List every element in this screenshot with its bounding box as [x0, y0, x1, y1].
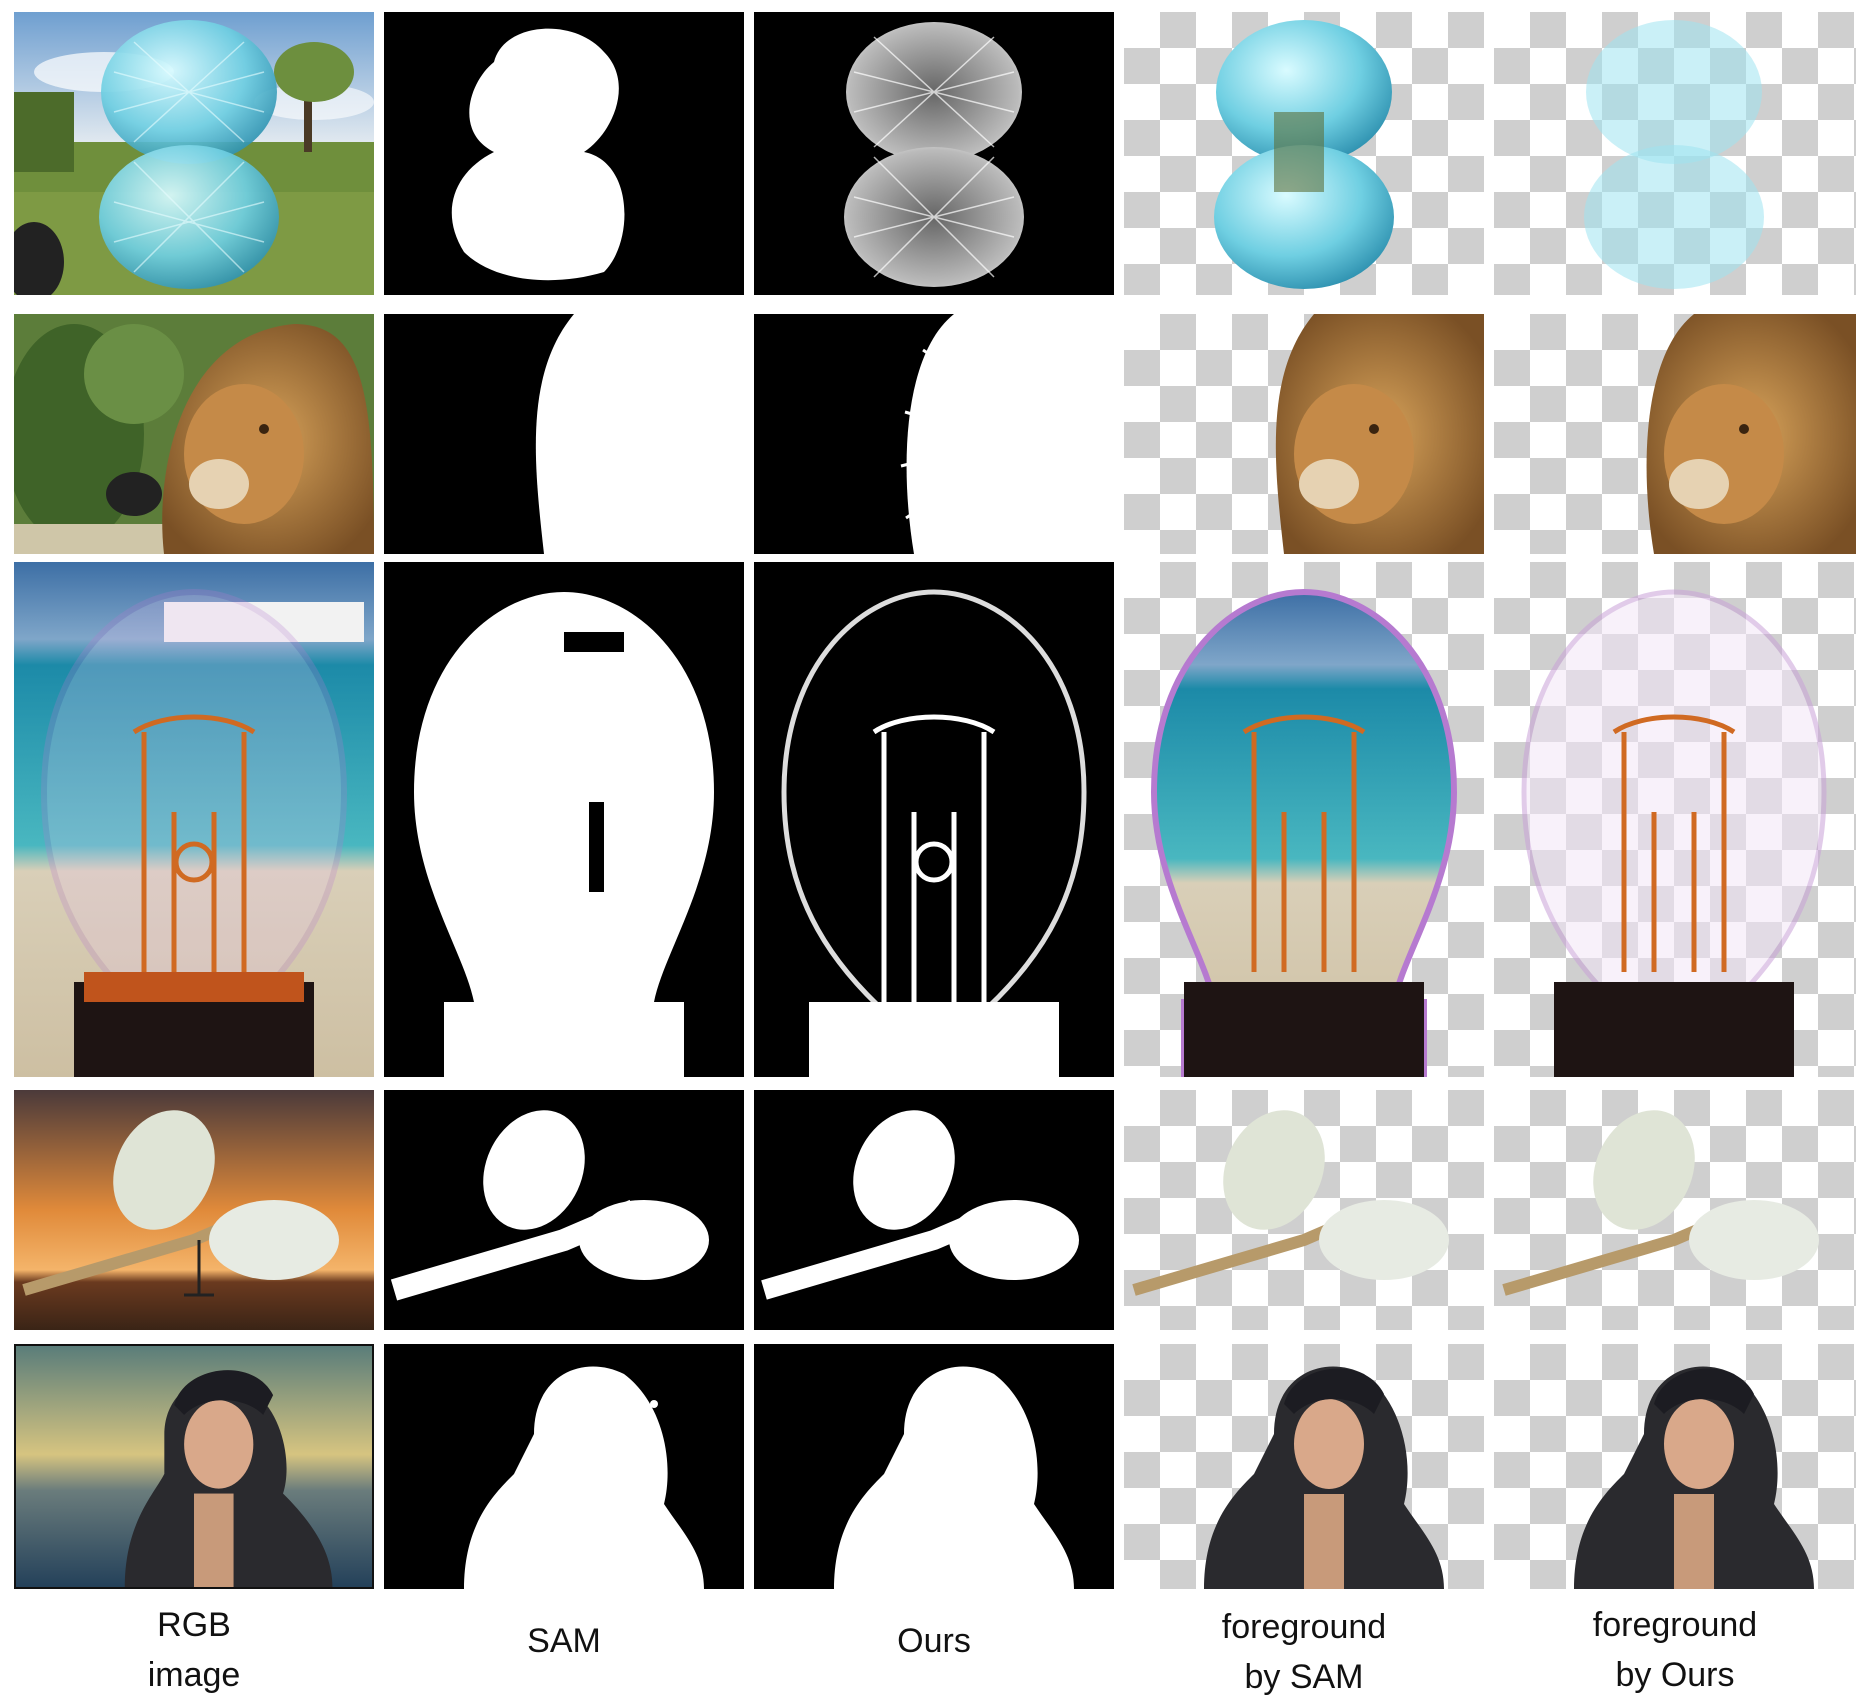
row5-ours-alpha: [754, 1344, 1114, 1589]
row3-sam-mask: [384, 562, 744, 1077]
row2-sam-mask: [384, 314, 744, 554]
row3-foreground-ours: [1494, 562, 1856, 1077]
caption-line: foreground: [1592, 1606, 1758, 1644]
row4-foreground-ours: [1494, 1090, 1856, 1330]
row5-sam-mask: [384, 1344, 744, 1589]
row3-foreground-sam: [1124, 562, 1484, 1077]
row1-rgb-image: [14, 12, 374, 295]
caption-line: image: [147, 1656, 241, 1694]
row4-sam-mask: [384, 1090, 744, 1330]
row1-ours-alpha: [754, 12, 1114, 295]
row1-foreground-ours: [1494, 12, 1856, 295]
row5-foreground-sam: [1124, 1344, 1484, 1589]
row5-foreground-ours: [1494, 1344, 1856, 1589]
caption-rgb-image: RGB image: [14, 1600, 374, 1700]
row5-rgb-image: [14, 1344, 374, 1589]
caption-line: foreground: [1221, 1608, 1387, 1646]
row2-rgb-image: [14, 314, 374, 554]
row2-ours-alpha: [754, 314, 1114, 554]
caption-line: by SAM: [1244, 1658, 1364, 1696]
row3-ours-alpha: [754, 562, 1114, 1077]
row2-foreground-ours: [1494, 314, 1856, 554]
row3-rgb-image: [14, 562, 374, 1077]
caption-line: Ours: [897, 1622, 971, 1660]
row1-foreground-sam: [1124, 12, 1484, 295]
caption-ours: Ours: [754, 1616, 1114, 1666]
row1-sam-mask: [384, 12, 744, 295]
caption-line: SAM: [527, 1622, 601, 1660]
caption-foreground-by-sam: foreground by SAM: [1124, 1602, 1484, 1702]
caption-foreground-by-ours: foreground by Ours: [1494, 1600, 1856, 1700]
row2-foreground-sam: [1124, 314, 1484, 554]
caption-line: RGB: [157, 1606, 231, 1644]
row4-rgb-image: [14, 1090, 374, 1330]
caption-sam: SAM: [384, 1616, 744, 1666]
caption-line: by Ours: [1615, 1656, 1735, 1694]
row4-foreground-sam: [1124, 1090, 1484, 1330]
row4-ours-alpha: [754, 1090, 1114, 1330]
